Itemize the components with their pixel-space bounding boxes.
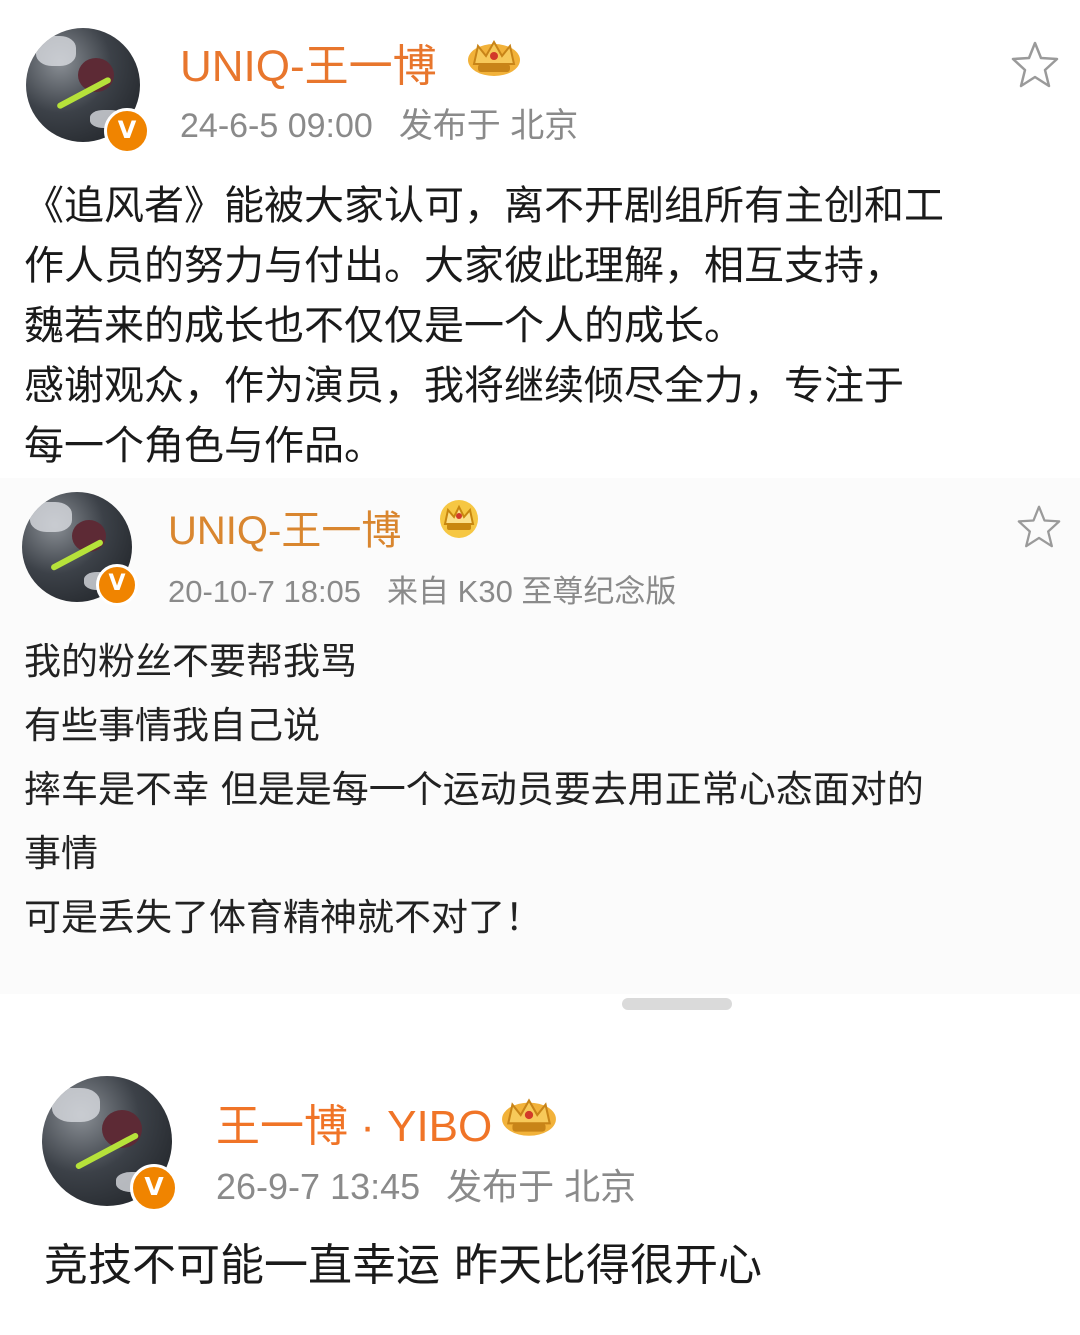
crown-badge-icon xyxy=(468,39,520,76)
post-line: 魏若来的成长也不仅仅是一个人的成长。 xyxy=(24,303,744,349)
avatar[interactable]: V xyxy=(26,28,150,154)
post-line: 我的粉丝不要帮我骂 xyxy=(24,640,357,683)
post-time: 26-9-7 13:45 xyxy=(216,1166,421,1207)
weibo-post-1: V UNIQ-王一博 24-6-5 09:00 发布于 北京 《追风者》能被大家认… xyxy=(0,0,1080,478)
post-meta: 24-6-5 09:00 发布于 北京 xyxy=(180,98,578,147)
post-source: 来自 K30 至尊纪念版 xyxy=(387,574,677,609)
post-body: 《追风者》能被大家认可，离不开剧组所有主创和工 作人员的努力与付出。大家彼此理解… xyxy=(24,176,944,476)
post-meta: 26-9-7 13:45 发布于 北京 xyxy=(216,1158,636,1210)
drag-handle[interactable] xyxy=(622,998,732,1010)
post-location: 发布于 北京 xyxy=(446,1166,637,1207)
post-body: 竞技不可能一直幸运 昨天比得很开心 xyxy=(44,1236,762,1296)
crown-badge-icon xyxy=(440,500,478,538)
weibo-post-2: V UNIQ-王一博 20-10-7 18:05 来自 K30 至尊纪念版 我的粉… xyxy=(0,478,1080,994)
post-time: 20-10-7 18:05 xyxy=(168,574,362,609)
verified-badge-icon: V xyxy=(104,108,150,154)
screenshot-collage: V UNIQ-王一博 24-6-5 09:00 发布于 北京 《追风者》能被大家认… xyxy=(0,0,1080,1335)
post-meta: 20-10-7 18:05 来自 K30 至尊纪念版 xyxy=(168,566,676,611)
post-line: 作人员的努力与付出。大家彼此理解，相互支持， xyxy=(24,243,904,289)
post-body: 我的粉丝不要帮我骂 有些事情我自己说 摔车是不幸 但是是每一个运动员要去用正常心… xyxy=(24,630,924,950)
post-line: 事情 xyxy=(24,832,98,875)
star-outline-icon[interactable] xyxy=(1016,504,1062,548)
avatar[interactable]: V xyxy=(22,492,138,606)
post-location: 发布于 北京 xyxy=(398,107,579,145)
username[interactable]: UNIQ-王一博 xyxy=(168,498,401,556)
post-line: 每一个角色与作品。 xyxy=(24,423,384,469)
username[interactable]: UNIQ-王一博 xyxy=(180,30,437,94)
star-outline-icon[interactable] xyxy=(1010,40,1060,88)
post-time: 24-6-5 09:00 xyxy=(180,107,373,145)
post-line: 有些事情我自己说 xyxy=(24,704,320,747)
post-line: 竞技不可能一直幸运 昨天比得很开心 xyxy=(44,1240,762,1291)
post-line: 感谢观众，作为演员，我将继续倾尽全力，专注于 xyxy=(24,363,904,409)
verified-badge-icon: V xyxy=(130,1164,178,1212)
verified-badge-icon: V xyxy=(96,564,138,606)
crown-badge-icon xyxy=(502,1098,556,1136)
post-line: 《追风者》能被大家认可，离不开剧组所有主创和工 xyxy=(24,183,944,229)
post-line: 可是丢失了体育精神就不对了！ xyxy=(24,896,542,939)
weibo-post-3: V 王一博 · YIBO 26-9-7 13:45 发布于 北京 竞技不可能一直幸… xyxy=(0,1040,1080,1335)
post-line: 摔车是不幸 但是是每一个运动员要去用正常心态面对的 xyxy=(24,768,924,811)
avatar[interactable]: V xyxy=(42,1076,178,1212)
username[interactable]: 王一博 · YIBO xyxy=(216,1090,492,1154)
